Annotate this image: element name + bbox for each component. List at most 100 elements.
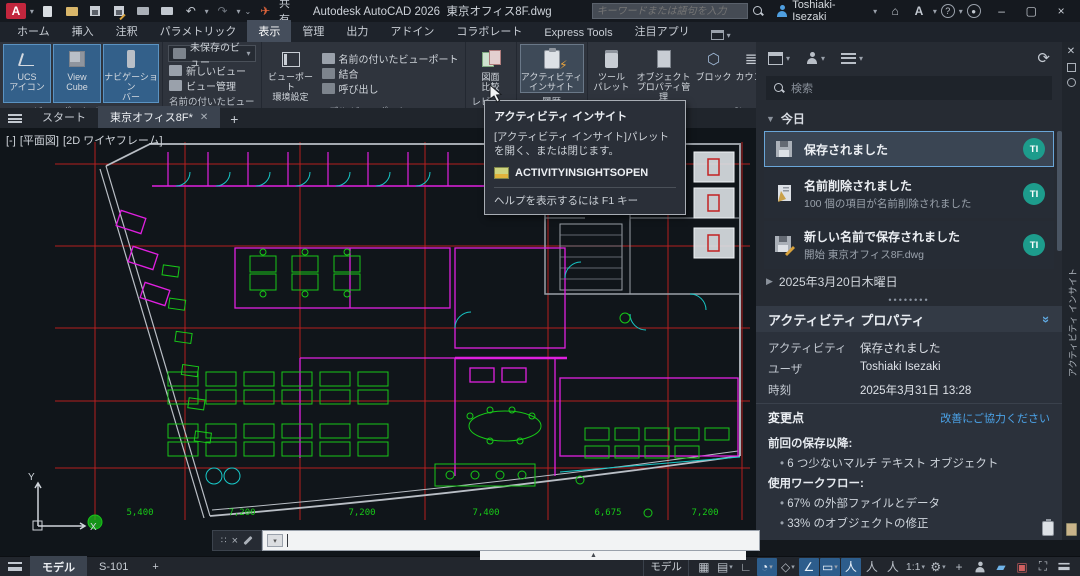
plot-icon[interactable] bbox=[133, 2, 153, 20]
tab-output[interactable]: 出力 bbox=[335, 20, 379, 42]
palette-properties-icon[interactable] bbox=[1067, 78, 1076, 87]
shared-views-icon[interactable] bbox=[970, 558, 990, 576]
tab-start[interactable]: スタート bbox=[30, 106, 98, 128]
tab-insert[interactable]: 挿入 bbox=[61, 20, 105, 42]
group-today[interactable]: ▼今日 bbox=[756, 106, 1062, 131]
new-layout-button[interactable]: + bbox=[140, 558, 170, 576]
help-search-input[interactable] bbox=[592, 3, 749, 19]
activity-item-saved-as[interactable]: 新しい名前で保存されました開始 東京オフィス8F.dwg TI bbox=[764, 221, 1054, 269]
auto-hide-pin-icon[interactable] bbox=[1067, 63, 1076, 72]
redo-chevron-icon[interactable]: ▾ bbox=[236, 7, 240, 16]
view-dropdown[interactable]: 未保存のビュー▾ bbox=[168, 45, 256, 62]
workspace-switching-button[interactable]: ⚙▾ bbox=[928, 558, 948, 576]
object-snap-tracking-toggle[interactable]: ∠ bbox=[799, 558, 819, 576]
activity-item-saved[interactable]: 保存されました TI bbox=[764, 131, 1054, 167]
app-logo-icon[interactable]: A bbox=[6, 3, 26, 19]
customize-wrench-icon[interactable] bbox=[243, 536, 252, 545]
collapse-chevron-icon[interactable]: » bbox=[1039, 315, 1054, 322]
qat-customize-icon[interactable]: ⌄ bbox=[245, 7, 252, 16]
join-viewports-button[interactable]: 結合 bbox=[319, 66, 462, 81]
ribbon-display-toggle[interactable]: ▾ bbox=[711, 30, 731, 42]
activity-item-purged[interactable]: 名前削除されました100 個の項目が名前削除されました TI bbox=[764, 170, 1054, 218]
object-snap-toggle[interactable]: ▭▾ bbox=[820, 558, 840, 576]
blocks-palette-button[interactable]: ⬡ブロック bbox=[695, 44, 733, 103]
annotation-visibility-toggle[interactable]: 人 bbox=[841, 558, 861, 576]
layout-tab[interactable]: S-101 bbox=[87, 558, 140, 576]
drag-handle-icon[interactable]: ∷ bbox=[221, 535, 227, 546]
viewport-view-control[interactable]: [平面図] bbox=[20, 135, 59, 147]
new-file-icon[interactable] bbox=[38, 2, 58, 20]
undo-chevron-icon[interactable]: ▾ bbox=[205, 7, 209, 16]
date-filter-button[interactable]: ▾ bbox=[768, 52, 790, 65]
palette-bottom-icon[interactable] bbox=[1066, 523, 1077, 536]
event-filter-button[interactable]: ▾ bbox=[841, 53, 863, 64]
palette-splitter[interactable]: •••••••• bbox=[756, 294, 1062, 306]
autodesk-icon[interactable]: A bbox=[909, 2, 929, 20]
tab-featured-apps[interactable]: 注目アプリ bbox=[624, 20, 701, 42]
group-previous-day[interactable]: ▶2025年3月20日木曜日 bbox=[756, 269, 1062, 294]
activity-properties-header[interactable]: アクティビティ プロパティ» bbox=[756, 306, 1062, 332]
tab-close-icon[interactable]: ✕ bbox=[200, 112, 208, 123]
viewport-minimize-control[interactable]: [-] bbox=[6, 135, 16, 147]
snap-mode-toggle[interactable]: ▤▾ bbox=[715, 558, 735, 576]
tab-collaborate[interactable]: コラボレート bbox=[445, 20, 533, 42]
user-avatar-icon[interactable] bbox=[776, 5, 788, 17]
ucs-icon-button[interactable]: UCS アイコン bbox=[3, 44, 51, 103]
view-manager-button[interactable]: ビュー管理 bbox=[166, 78, 258, 93]
command-input[interactable]: ▾ bbox=[262, 530, 760, 551]
minimize-button[interactable]: – bbox=[989, 2, 1015, 20]
app-store-icon[interactable]: ⌂ bbox=[885, 2, 905, 20]
properties-palette-button[interactable]: オブジェクト プロパティ管理 bbox=[635, 44, 693, 103]
annotation-monitor-toggle[interactable]: + bbox=[949, 558, 969, 576]
viewport-config-button[interactable]: ビューポート 環境設定 bbox=[265, 44, 317, 103]
tab-addins[interactable]: アドイン bbox=[379, 20, 445, 42]
app-menu-chevron-icon[interactable]: ▾ bbox=[30, 7, 34, 16]
graphics-performance-icon[interactable]: ▰ bbox=[991, 558, 1011, 576]
command-line-grip[interactable]: ∷ × bbox=[212, 530, 262, 551]
close-button[interactable]: × bbox=[1048, 2, 1074, 20]
tab-home[interactable]: ホーム bbox=[6, 20, 61, 42]
activity-insights-button[interactable]: ⚡アクティビティ インサイト bbox=[520, 44, 584, 93]
copy-clipboard-icon[interactable] bbox=[1042, 521, 1054, 536]
redo-icon[interactable]: ↷ bbox=[213, 2, 233, 20]
tool-palettes-button[interactable]: ツール パレット bbox=[591, 44, 633, 103]
search-icon[interactable] bbox=[752, 5, 764, 17]
viewcube-button[interactable]: View Cube bbox=[53, 44, 101, 103]
save-icon[interactable] bbox=[86, 2, 106, 20]
user-menu-chevron-icon[interactable]: ▾ bbox=[873, 7, 877, 16]
recent-commands-icon[interactable]: ▾ bbox=[267, 534, 283, 547]
user-name[interactable]: Toshiaki-Isezaki bbox=[792, 0, 869, 23]
file-tab-menu-icon[interactable] bbox=[0, 108, 30, 128]
annotation-scale-button[interactable]: 1:1▾ bbox=[904, 558, 927, 576]
ortho-toggle[interactable]: ∟ bbox=[736, 558, 756, 576]
help-chevron-icon[interactable]: ▾ bbox=[959, 7, 963, 16]
open-file-icon[interactable] bbox=[62, 2, 82, 20]
autoscale-toggle[interactable]: 人 bbox=[862, 558, 882, 576]
security-icon[interactable]: ▣ bbox=[1012, 558, 1032, 576]
notification-icon[interactable]: ● bbox=[967, 4, 981, 18]
tab-manage[interactable]: 管理 bbox=[291, 20, 335, 42]
model-tab[interactable]: モデル bbox=[30, 556, 87, 576]
grid-display-toggle[interactable]: ▦ bbox=[694, 558, 714, 576]
autodesk-chevron-icon[interactable]: ▾ bbox=[933, 7, 937, 16]
user-filter-button[interactable]: ▾ bbox=[806, 52, 825, 64]
new-view-button[interactable]: 新しいビュー bbox=[166, 63, 258, 78]
share-icon[interactable]: ✈ bbox=[255, 2, 275, 20]
new-drawing-tab-button[interactable]: + bbox=[220, 110, 248, 128]
tab-document[interactable]: 東京オフィス8F*✕ bbox=[98, 106, 220, 128]
tab-express-tools[interactable]: Express Tools bbox=[533, 24, 623, 42]
close-command-icon[interactable]: × bbox=[232, 535, 238, 547]
undo-icon[interactable]: ↶ bbox=[181, 2, 201, 20]
command-line[interactable]: ∷ × ▾ bbox=[212, 530, 760, 551]
restore-button[interactable]: ▢ bbox=[1018, 2, 1044, 20]
viewport-visual-style-control[interactable]: [2D ワイヤフレーム] bbox=[63, 135, 163, 147]
layout-menu-icon[interactable] bbox=[0, 557, 30, 576]
feedback-link[interactable]: 改善にご協力ください bbox=[940, 410, 1050, 426]
tab-view[interactable]: 表示 bbox=[247, 20, 291, 42]
expand-history-icon[interactable]: ▲ bbox=[590, 552, 597, 559]
annotation-scale-icon[interactable]: 人 bbox=[883, 558, 903, 576]
help-icon[interactable]: ? bbox=[941, 4, 955, 18]
palette-close-icon[interactable]: ✕ bbox=[1067, 46, 1075, 57]
refresh-icon[interactable]: ⟳ bbox=[1037, 49, 1050, 67]
restore-viewports-button[interactable]: 呼び出し bbox=[319, 81, 462, 96]
